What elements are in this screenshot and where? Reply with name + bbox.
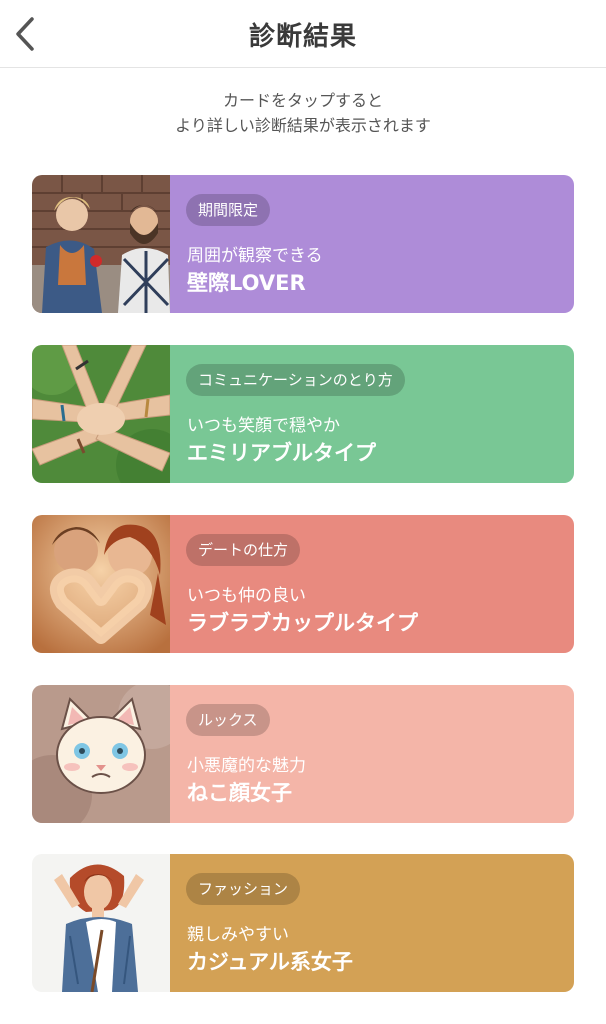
result-card-dating-style[interactable]: デートの仕方 いつも仲の良い ラブラブカップルタイプ — [32, 515, 574, 653]
card-subtitle: いつも笑顔で穏やか — [187, 416, 340, 436]
card-body: ルックス 小悪魔的な魅力 ねこ顔女子 — [170, 685, 574, 823]
white-cat-face-photo — [32, 685, 170, 823]
category-badge: ファッション — [186, 873, 301, 905]
card-title: 壁際LOVER — [187, 271, 306, 295]
category-badge: コミュニケーションのとり方 — [186, 364, 405, 396]
result-card-communication[interactable]: コミュニケーションのとり方 いつも笑顔で穏やか エミリアブルタイプ — [32, 345, 574, 483]
page-title: 診断結果 — [248, 22, 357, 52]
card-subtitle: いつも仲の良い — [187, 586, 306, 606]
couple-at-brick-wall-photo — [32, 175, 170, 313]
navigation-bar: 診断結果 — [0, 0, 606, 68]
card-title: カジュアル系女子 — [187, 950, 353, 974]
category-badge: 期間限定 — [186, 194, 271, 226]
instruction-line-2: より詳しい診断結果が表示されます — [175, 116, 431, 135]
instruction-text: カードをタップすると より詳しい診断結果が表示されます — [0, 88, 606, 138]
category-badge: ルックス — [186, 704, 270, 736]
couple-heart-hands-photo — [32, 515, 170, 653]
category-badge: デートの仕方 — [186, 534, 301, 566]
stacked-hands-photo — [32, 345, 170, 483]
card-body: 期間限定 周囲が観察できる 壁際LOVER — [170, 175, 574, 313]
card-body: デートの仕方 いつも仲の良い ラブラブカップルタイプ — [170, 515, 574, 653]
card-subtitle: 周囲が観察できる — [187, 246, 323, 266]
casual-fashion-woman-photo — [32, 854, 170, 992]
card-title: ラブラブカップルタイプ — [187, 611, 418, 635]
card-body: コミュニケーションのとり方 いつも笑顔で穏やか エミリアブルタイプ — [170, 345, 574, 483]
card-title: ねこ顔女子 — [187, 781, 292, 805]
instruction-line-1: カードをタップすると — [222, 91, 383, 110]
card-body: ファッション 親しみやすい カジュアル系女子 — [170, 854, 574, 992]
card-subtitle: 親しみやすい — [187, 925, 289, 945]
result-card-looks[interactable]: ルックス 小悪魔的な魅力 ねこ顔女子 — [32, 685, 574, 823]
result-card-wall-lover[interactable]: 期間限定 周囲が観察できる 壁際LOVER — [32, 175, 574, 313]
card-subtitle: 小悪魔的な魅力 — [187, 756, 306, 776]
result-card-fashion[interactable]: ファッション 親しみやすい カジュアル系女子 — [32, 854, 574, 992]
card-title: エミリアブルタイプ — [187, 441, 376, 465]
